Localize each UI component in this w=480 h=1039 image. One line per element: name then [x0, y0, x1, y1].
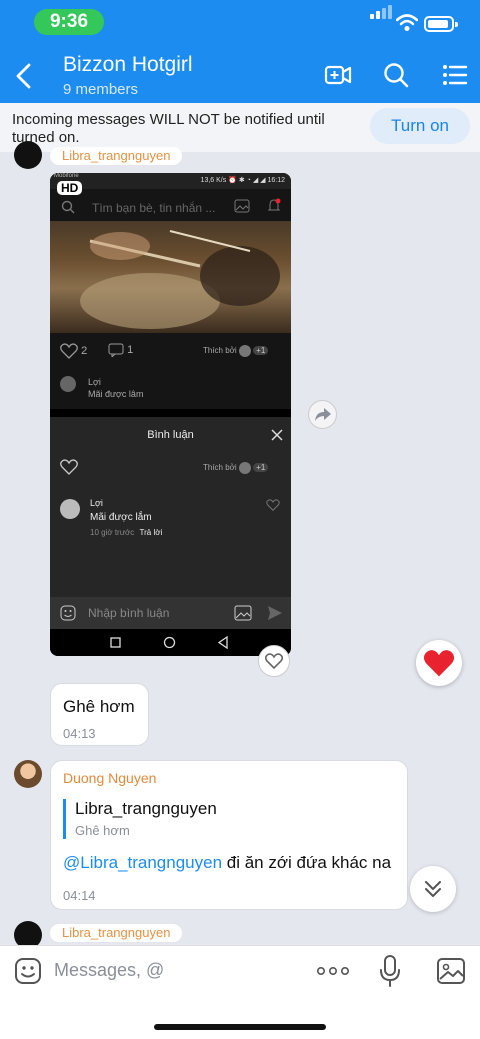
sender-name-tag: Libra_trangnguyen [50, 924, 183, 942]
image-sheet-title: Bình luận [147, 429, 194, 441]
image-like-count: 2 [81, 344, 88, 357]
image-like-row: 2 [60, 343, 87, 359]
image-sheet-avatar [60, 499, 80, 519]
image-sheet-heart-icon [266, 499, 280, 511]
image-nav-back-icon [217, 636, 228, 649]
image-plus-count: +1 [253, 346, 269, 356]
hd-badge: HD [57, 181, 83, 195]
image-nav-bar [50, 629, 291, 656]
image-nav-home-icon [163, 636, 176, 649]
message-text: Ghê hơm [63, 697, 135, 716]
image-comment-icon [108, 343, 124, 359]
image-divider [50, 409, 291, 417]
image-liker-avatar [238, 345, 251, 357]
sender-name-tag: Libra_trangnguyen [50, 147, 183, 165]
search-icon[interactable] [383, 62, 409, 88]
image-sheet-commenter: Lợi [90, 498, 103, 508]
image-search-placeholder: Tìm bạn bè, tin nhắn ... [92, 201, 216, 215]
reply-message-time: 04:14 [63, 888, 96, 903]
image-sheet-liked-by-text: Thích bởi [203, 463, 237, 473]
image-sheet-time: 10 giờ trước [90, 528, 135, 537]
share-button[interactable] [308, 400, 337, 429]
double-chevron-down-icon [425, 881, 441, 897]
image-sheet-plus-count: +1 [253, 463, 269, 473]
image-search-icon [61, 200, 75, 214]
wifi-icon [396, 14, 418, 31]
image-liked-by-text: Thích bởi [203, 346, 237, 356]
message-input[interactable]: Messages, @ [54, 960, 164, 981]
battery-icon [424, 16, 458, 32]
image-commenter-avatar [60, 376, 76, 392]
red-heart-icon [423, 650, 455, 677]
gallery-icon[interactable] [436, 957, 466, 985]
reaction-heart-button[interactable] [416, 640, 462, 686]
image-status-right: 13,6 K/s ⏰ ✱ ◔ ◢ ◢ 16:12 [200, 177, 285, 184]
image-photo-icon [234, 605, 252, 621]
image-send-icon [268, 606, 282, 620]
avatar[interactable] [14, 141, 42, 169]
chat-title[interactable]: Bizzon Hotgirl [63, 53, 193, 77]
member-count[interactable]: 9 members [63, 81, 138, 98]
quoted-text: Ghê hơm [75, 823, 130, 838]
back-icon[interactable] [14, 62, 34, 90]
reply-body: đi ăn zới đứa khác na [222, 853, 392, 872]
share-arrow-icon [315, 408, 331, 421]
image-carrier: Mobifone [54, 173, 79, 179]
heart-outline-icon [265, 653, 283, 669]
home-indicator [154, 1024, 326, 1030]
image-message[interactable]: Mobifone 13,6 K/s ⏰ ✱ ◔ ◢ ◢ 16:12 HD Tìm… [50, 173, 291, 656]
image-sheet-liker-avatar [238, 462, 251, 474]
image-photo [50, 221, 291, 333]
quoted-sender[interactable]: Libra_trangnguyen [75, 799, 217, 819]
image-close-icon [271, 429, 283, 441]
emoji-sticker-icon[interactable] [14, 957, 42, 985]
image-liked-by: Thích bởi +1 [203, 345, 269, 357]
food-photo-illustration [80, 230, 280, 329]
status-time: 9:36 [34, 9, 104, 35]
header-bar: 9:36 Bizzon Hotgirl 9 members [0, 0, 480, 103]
react-button[interactable] [258, 645, 290, 677]
image-nav-square-icon [110, 637, 121, 648]
image-comment-text: Mãi được lâm [88, 389, 144, 399]
image-search-bar: Tìm bạn bè, tin nhắn ... [50, 195, 291, 219]
message-time: 04:13 [63, 726, 96, 741]
image-input-placeholder: Nhập bình luận [88, 606, 170, 620]
scroll-to-bottom-button[interactable] [410, 866, 456, 912]
message-bubble[interactable]: Ghê hơm 04:13 [50, 683, 149, 746]
mention-link[interactable]: @Libra_trangnguyen [63, 853, 222, 872]
video-call-icon[interactable] [324, 62, 352, 88]
quote-bar [63, 799, 66, 839]
microphone-icon[interactable] [379, 955, 401, 987]
reply-message-text: @Libra_trangnguyen đi ăn zới đứa khác na [63, 853, 391, 873]
image-like-icon [60, 343, 78, 359]
image-emoji-icon [60, 605, 76, 621]
image-comment-input: Nhập bình luận [50, 597, 291, 629]
image-sheet-reply: Trả lời [139, 528, 163, 537]
image-comment-row: 1 [108, 343, 134, 359]
image-gallery-icon [234, 199, 250, 213]
image-comment-count: 1 [127, 343, 134, 356]
more-options-icon[interactable] [317, 965, 349, 977]
image-commenter: Lợi [88, 377, 101, 387]
image-sheet-liked-by: Thích bởi +1 [203, 462, 269, 474]
image-sheet-like-icon [60, 459, 78, 475]
image-sheet-meta: 10 giờ trước Trả lời [90, 528, 162, 537]
sender-name[interactable]: Duong Nguyen [63, 770, 156, 786]
image-bell-icon [267, 198, 281, 211]
menu-list-icon[interactable] [442, 62, 468, 88]
image-sheet-comment: Mãi được lắm [90, 512, 152, 523]
turn-on-button[interactable]: Turn on [370, 108, 470, 144]
notice-text: Incoming messages WILL NOT be notified u… [12, 111, 325, 146]
image-status-bar: Mobifone 13,6 K/s ⏰ ✱ ◔ ◢ ◢ 16:12 [50, 173, 291, 189]
avatar[interactable] [14, 760, 42, 788]
